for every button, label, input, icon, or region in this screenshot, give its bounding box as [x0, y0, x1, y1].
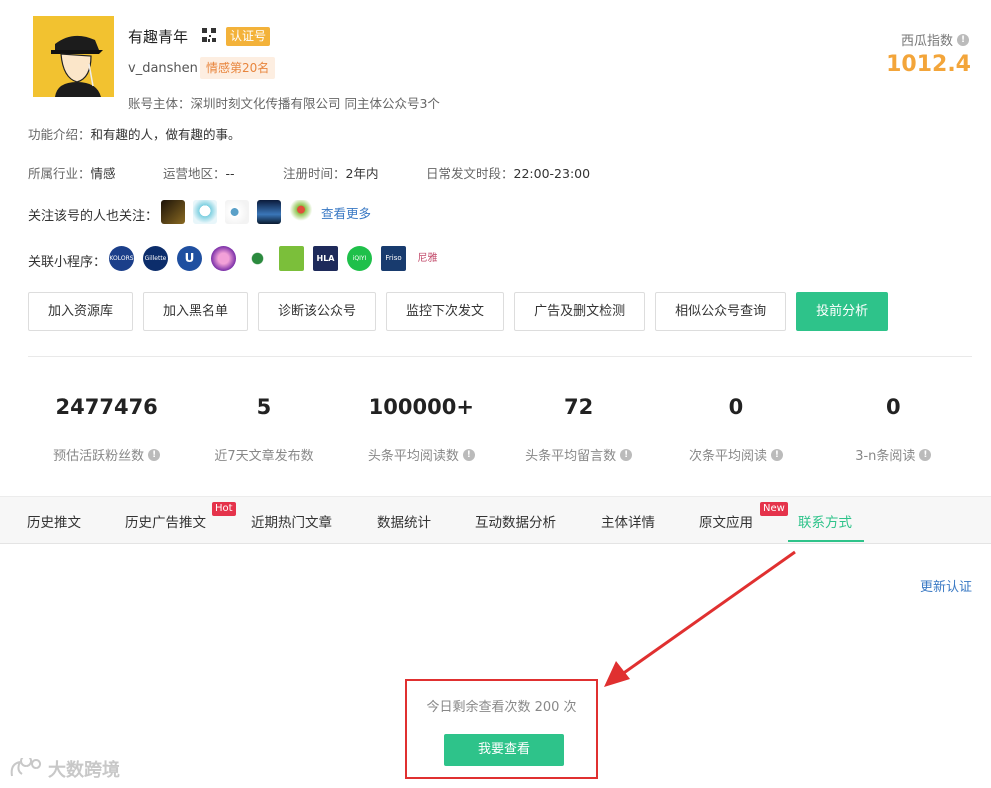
- new-badge: New: [760, 502, 788, 516]
- related-account-thumb[interactable]: [193, 200, 217, 224]
- also-follow-label: 关注该号的人也关注：: [28, 209, 159, 224]
- ad-delete-detect-button[interactable]: 广告及删文检测: [514, 292, 646, 331]
- mini-program-icon[interactable]: [279, 246, 304, 271]
- mini-program-icon[interactable]: U: [177, 246, 202, 271]
- related-account-thumb[interactable]: [225, 200, 249, 224]
- add-to-library-button[interactable]: 加入资源库: [28, 292, 134, 331]
- tab-entity-details[interactable]: 主体详情: [601, 511, 655, 531]
- stat-3n-reads: 0 3-n条阅读!: [815, 395, 972, 464]
- view-contact-button[interactable]: 我要查看: [444, 734, 564, 766]
- active-tab-indicator: [788, 540, 864, 542]
- hot-badge: Hot: [212, 502, 236, 516]
- similar-accounts-button[interactable]: 相似公众号查询: [655, 292, 787, 331]
- info-icon[interactable]: !: [620, 448, 633, 461]
- diagnose-account-button[interactable]: 诊断该公众号: [258, 292, 377, 331]
- stat-active-fans: 2477476 预估活跃粉丝数!: [28, 395, 185, 464]
- stat-posts-7d: 5 近7天文章发布数: [214, 395, 314, 464]
- see-more-link[interactable]: 查看更多: [321, 203, 371, 222]
- tab-original-apps[interactable]: 原文应用: [699, 511, 753, 531]
- remaining-views-text: 今日剩余查看次数 200 次: [426, 700, 577, 715]
- renew-certification-link[interactable]: 更新认证: [920, 576, 972, 595]
- account-name: 有趣青年: [128, 28, 189, 46]
- tab-contact[interactable]: 联系方式: [798, 511, 852, 531]
- mini-program-icon[interactable]: [211, 246, 236, 271]
- info-icon[interactable]: !: [957, 33, 969, 46]
- divider: [28, 356, 972, 357]
- mini-program-icon[interactable]: HLA: [313, 246, 338, 271]
- mini-program-icon[interactable]: Friso: [381, 246, 406, 271]
- xigua-index-value: 1012.4: [886, 52, 971, 77]
- meta-post-time: 日常发文时段：22:00-23:00: [426, 166, 591, 181]
- tab-recent-hot[interactable]: 近期热门文章: [251, 511, 332, 531]
- mini-program-icon[interactable]: KOLORS: [109, 246, 134, 271]
- qrcode-icon[interactable]: [202, 28, 216, 42]
- tab-data-stats[interactable]: 数据统计: [377, 511, 431, 531]
- mini-program-icon[interactable]: Gillette: [143, 246, 168, 271]
- related-account-thumb[interactable]: [289, 200, 313, 224]
- stats-row: 2477476 预估活跃粉丝数! 5 近7天文章发布数 100000+ 头条平均…: [28, 395, 972, 464]
- also-follow-list: 查看更多: [161, 200, 371, 224]
- monitor-next-post-button[interactable]: 监控下次发文: [386, 292, 505, 331]
- watermark-logo-icon: [10, 758, 42, 777]
- meta-register-time: 注册时间：2年内: [283, 166, 379, 181]
- annotation-arrow: [604, 550, 796, 687]
- add-to-blacklist-button[interactable]: 加入黑名单: [143, 292, 249, 331]
- meta-industry: 所属行业：情感: [28, 166, 116, 181]
- tab-interaction-analysis[interactable]: 互动数据分析: [475, 511, 556, 531]
- related-account-thumb[interactable]: [257, 200, 281, 224]
- action-button-bar: 加入资源库 加入黑名单 诊断该公众号 监控下次发文 广告及删文检测 相似公众号查…: [28, 292, 889, 331]
- mini-program-icon[interactable]: iQIYI: [347, 246, 372, 271]
- stat-headline-comments: 72 头条平均留言数!: [500, 395, 657, 464]
- rank-badge: 情感第20名: [200, 57, 276, 79]
- account-avatar: [33, 16, 114, 97]
- info-icon[interactable]: !: [462, 448, 475, 461]
- info-icon[interactable]: !: [919, 448, 932, 461]
- mini-program-icon[interactable]: [245, 246, 270, 271]
- related-account-thumb[interactable]: [161, 200, 185, 224]
- tab-bar: 历史推文 历史广告推文 Hot 近期热门文章 数据统计 互动数据分析 主体详情 …: [0, 496, 991, 544]
- meta-region: 运营地区：--: [163, 166, 235, 181]
- info-icon[interactable]: !: [770, 448, 783, 461]
- watermark: 大数跨境: [8, 756, 120, 782]
- mini-programs-list: KOLORS Gillette U HLA iQIYI Friso 尼雅: [109, 246, 440, 271]
- stat-headline-reads: 100000+ 头条平均阅读数!: [367, 395, 475, 464]
- info-icon[interactable]: !: [148, 448, 161, 461]
- tab-history-posts[interactable]: 历史推文: [27, 511, 81, 531]
- intro-row: 功能介绍：和有趣的人，做有趣的事。: [28, 127, 241, 142]
- mini-program-icon[interactable]: 尼雅: [415, 246, 440, 271]
- stat-secondary-reads: 0 次条平均阅读!: [657, 395, 814, 464]
- pre-investment-analysis-button[interactable]: 投前分析: [796, 292, 889, 331]
- xigua-index-label: 西瓜指数 !: [901, 30, 969, 49]
- mini-programs-label: 关联小程序：: [28, 255, 107, 270]
- account-owner: 账号主体：深圳时刻文化传播有限公司 同主体公众号3个: [128, 96, 440, 111]
- tab-history-ads[interactable]: 历史广告推文: [125, 511, 206, 531]
- wechat-id: v_danshen: [128, 61, 198, 76]
- certified-badge: 认证号: [226, 27, 271, 46]
